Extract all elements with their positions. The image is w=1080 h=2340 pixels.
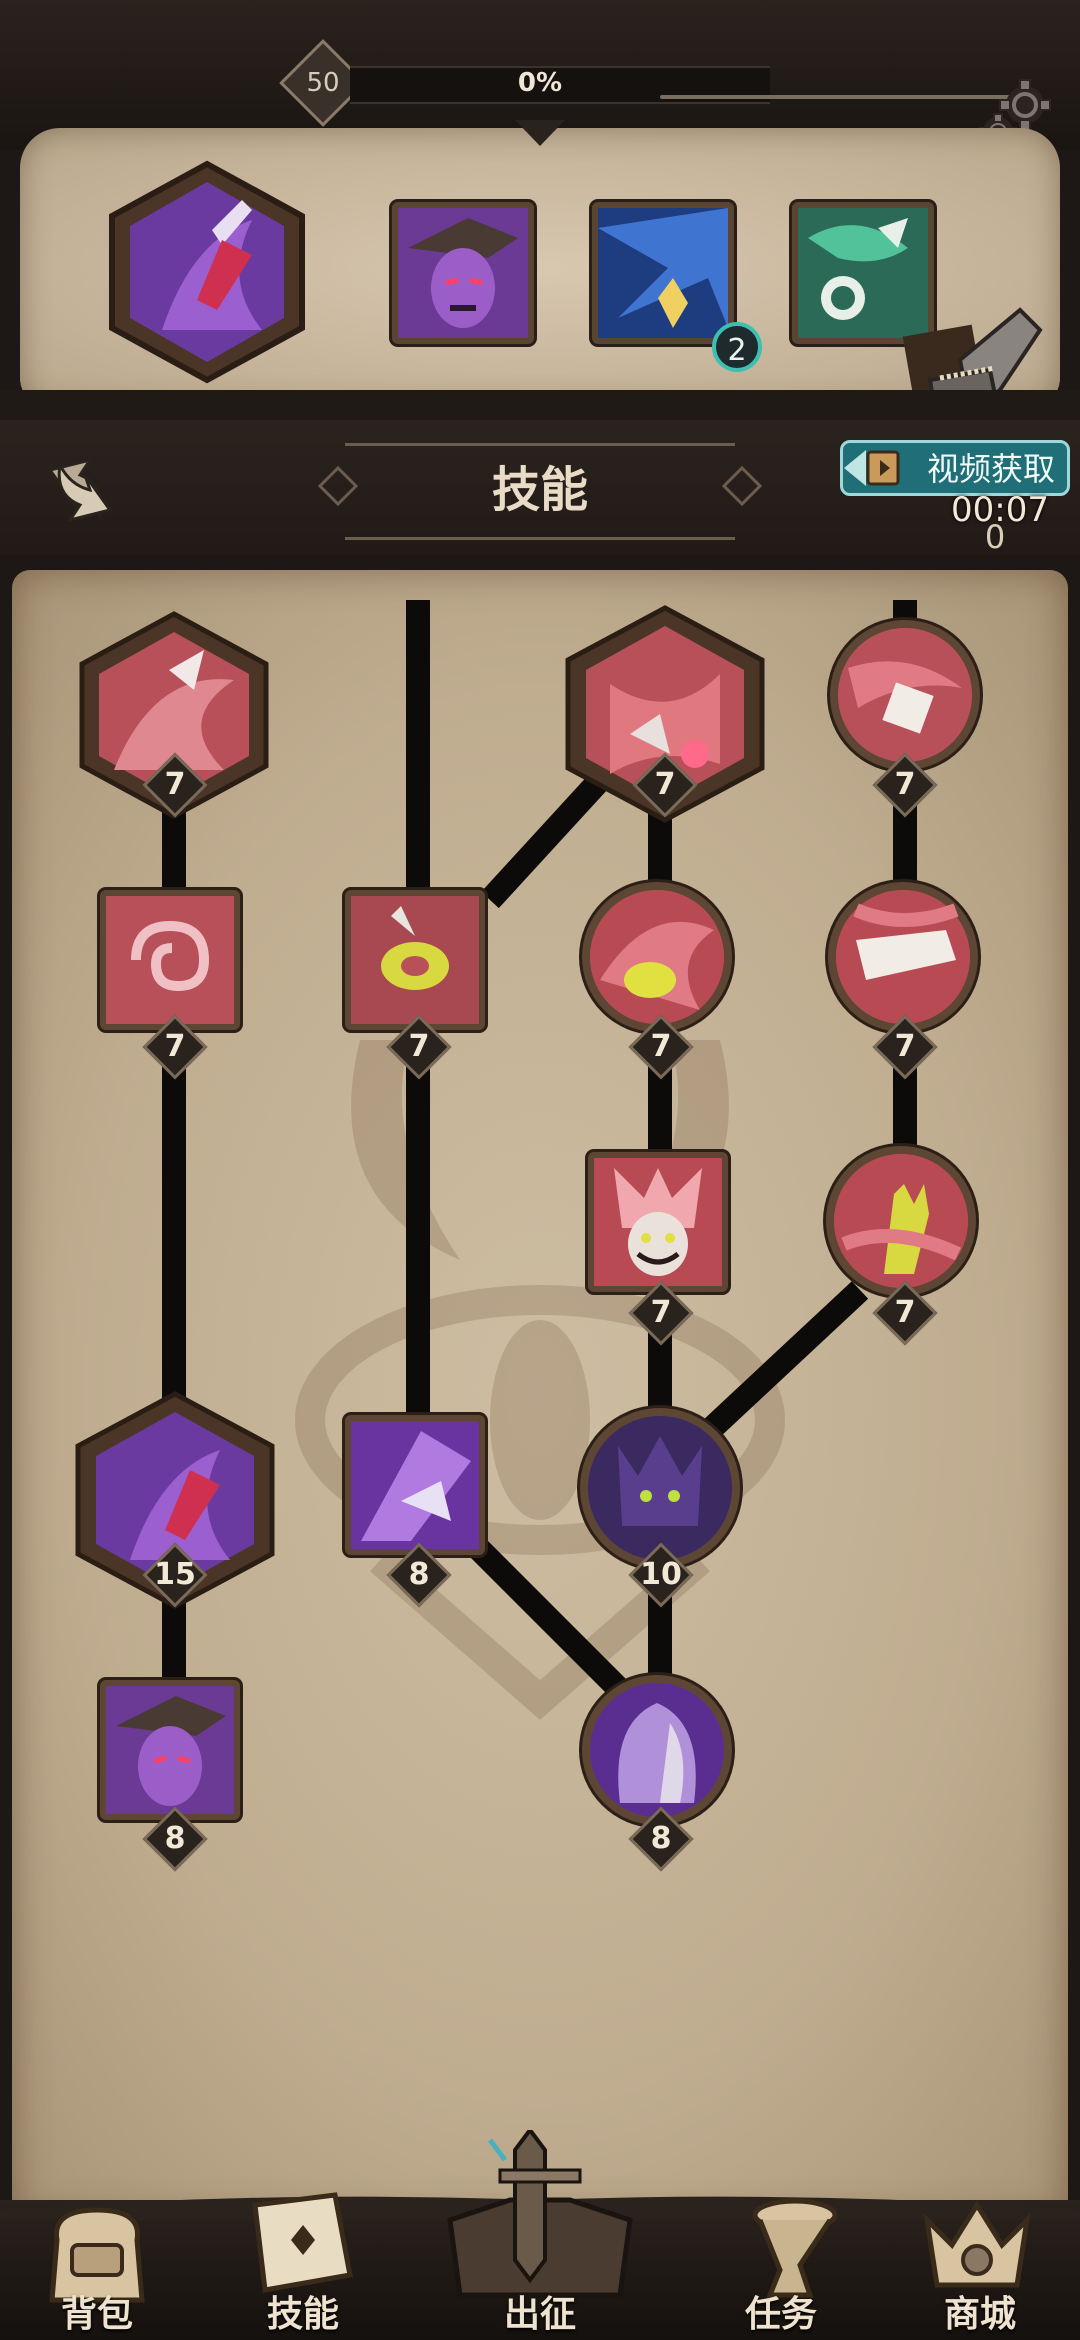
paper-tear-icon bbox=[836, 890, 970, 1024]
skill-node-2[interactable] bbox=[100, 890, 240, 1030]
nav-backpack-label[interactable]: 背包 bbox=[22, 2285, 172, 2335]
skill-level-13: 10 bbox=[640, 1557, 682, 1592]
skill-level-12: 8 bbox=[408, 1557, 430, 1592]
violet-shard-icon bbox=[351, 1421, 479, 1549]
skill-node-4[interactable] bbox=[830, 620, 980, 770]
skill-node-7[interactable] bbox=[828, 882, 978, 1032]
swirl-icon bbox=[106, 896, 234, 1024]
skill-level-11: 15 bbox=[154, 1557, 196, 1592]
skill-node-6[interactable] bbox=[582, 882, 732, 1032]
skill-level-9: 7 bbox=[894, 1295, 916, 1330]
skill-level-1: 7 bbox=[164, 767, 186, 802]
grinning-jester-icon bbox=[594, 1158, 722, 1286]
skill-node-15[interactable] bbox=[582, 1675, 732, 1825]
skill-level-4: 7 bbox=[894, 767, 916, 802]
skill-level-14: 8 bbox=[164, 1821, 186, 1856]
skill-level-5: 7 bbox=[408, 1029, 430, 1064]
claw-slash-icon bbox=[838, 628, 972, 762]
clawed-hand-icon bbox=[834, 1154, 968, 1288]
nav-skills-label[interactable]: 技能 bbox=[228, 2285, 378, 2335]
fire-mask-icon bbox=[590, 890, 724, 1024]
hooded-wraith-icon bbox=[590, 1683, 724, 1817]
nav-quests-label[interactable]: 任务 bbox=[706, 2285, 856, 2335]
skill-level-7: 7 bbox=[894, 1029, 916, 1064]
sword-icon[interactable] bbox=[430, 2130, 650, 2300]
shadow-demon-icon bbox=[588, 1416, 732, 1560]
skill-node-5[interactable] bbox=[345, 890, 485, 1030]
shop-crown-icon[interactable] bbox=[912, 2190, 1042, 2300]
skill-level-8: 7 bbox=[650, 1295, 672, 1330]
skill-node-12[interactable] bbox=[345, 1415, 485, 1555]
skill-level-6: 7 bbox=[650, 1029, 672, 1064]
skill-node-8[interactable] bbox=[588, 1152, 728, 1292]
skill-book-icon[interactable] bbox=[235, 2185, 365, 2295]
nav-expedition-label[interactable]: 出征 bbox=[465, 2285, 615, 2335]
skill-level-2: 7 bbox=[164, 1029, 186, 1064]
nav-shop-label[interactable]: 商城 bbox=[905, 2285, 1055, 2335]
skill-level-15: 8 bbox=[650, 1821, 672, 1856]
skill-level-3: 7 bbox=[654, 767, 676, 802]
hero-face-icon bbox=[106, 1686, 234, 1814]
skill-node-14[interactable] bbox=[100, 1680, 240, 1820]
eye-mask-icon bbox=[351, 896, 479, 1024]
skill-node-9[interactable] bbox=[826, 1146, 976, 1296]
